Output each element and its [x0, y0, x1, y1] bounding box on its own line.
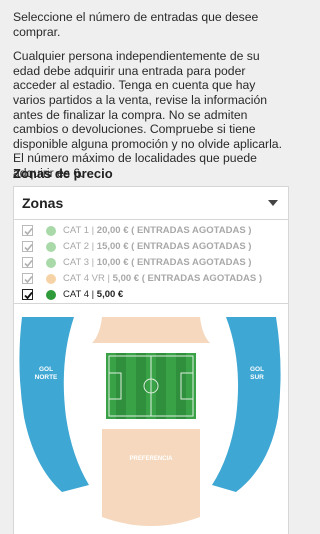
checkbox-checked-icon[interactable] — [22, 225, 33, 236]
zone-name: CAT 2 — [63, 241, 90, 252]
zone-option-cat4[interactable]: CAT 4 | 5,00 € — [22, 287, 284, 303]
stadium-map: GOL NORTE GOL SUR PREFERENCIA — [19, 317, 281, 526]
section-gol-norte[interactable] — [19, 317, 89, 492]
checkbox-checked-icon[interactable] — [22, 273, 33, 284]
zone-price: 15,00 € — [96, 241, 129, 252]
zones-heading: Zonas de precio — [13, 166, 113, 181]
zone-name: CAT 4 VR — [63, 273, 105, 284]
zone-status: ( ENTRADAS AGOTADAS ) — [131, 225, 252, 236]
zones-options-list: CAT 1 | 20,00 € ( ENTRADAS AGOTADAS ) CA… — [14, 223, 288, 304]
checkbox-checked-icon[interactable] — [22, 257, 33, 268]
zone-option-cat1[interactable]: CAT 1 | 20,00 € ( ENTRADAS AGOTADAS ) — [22, 223, 284, 239]
pitch — [106, 353, 196, 419]
chevron-down-icon — [268, 200, 278, 206]
zone-color-dot — [46, 226, 56, 236]
zone-name: CAT 3 — [63, 257, 90, 268]
label-gol-sur-2: SUR — [250, 374, 264, 381]
instructions: Seleccione el número de entradas que des… — [13, 10, 289, 181]
zone-name: CAT 1 — [63, 225, 90, 236]
zone-color-dot — [46, 274, 56, 284]
section-gol-sur[interactable] — [212, 317, 281, 492]
zone-status: ( ENTRADAS AGOTADAS ) — [131, 241, 252, 252]
section-tribuna-top[interactable] — [92, 317, 210, 343]
zones-select-label: Zonas — [22, 195, 64, 211]
zone-price: 5,00 € — [96, 289, 124, 300]
checkbox-checked-icon[interactable] — [22, 241, 33, 252]
zone-status: ( ENTRADAS AGOTADAS ) — [141, 273, 263, 284]
zone-color-dot — [46, 242, 56, 252]
zone-option-cat4vr[interactable]: CAT 4 VR | 5,00 € ( ENTRADAS AGOTADAS ) — [22, 271, 284, 287]
zone-name: CAT 4 — [63, 289, 90, 300]
instruction-select-tickets: Seleccione el número de entradas que des… — [13, 10, 259, 39]
zone-color-dot — [46, 258, 56, 268]
zones-panel: Zonas CAT 1 | 20,00 € ( ENTRADAS AGOTADA… — [13, 186, 289, 534]
zone-color-dot — [46, 290, 56, 300]
zone-price: 10,00 € — [96, 257, 129, 268]
label-preferencia: PREFERENCIA — [129, 456, 173, 462]
zone-option-cat2[interactable]: CAT 2 | 15,00 € ( ENTRADAS AGOTADAS ) — [22, 239, 284, 255]
checkbox-checked-icon[interactable] — [22, 289, 33, 300]
label-gol-sur-1: GOL — [250, 366, 264, 373]
label-gol-norte-2: NORTE — [35, 374, 58, 381]
zones-select[interactable]: Zonas — [14, 187, 288, 220]
section-preferencia[interactable] — [102, 429, 200, 526]
zone-price: 20,00 € — [96, 225, 129, 236]
label-gol-norte-1: GOL — [39, 366, 53, 373]
zone-status: ( ENTRADAS AGOTADAS ) — [131, 257, 252, 268]
zone-option-cat3[interactable]: CAT 3 | 10,00 € ( ENTRADAS AGOTADAS ) — [22, 255, 284, 271]
zone-price: 5,00 € — [112, 273, 140, 284]
instruction-terms: Cualquier persona independientemente de … — [13, 49, 282, 180]
